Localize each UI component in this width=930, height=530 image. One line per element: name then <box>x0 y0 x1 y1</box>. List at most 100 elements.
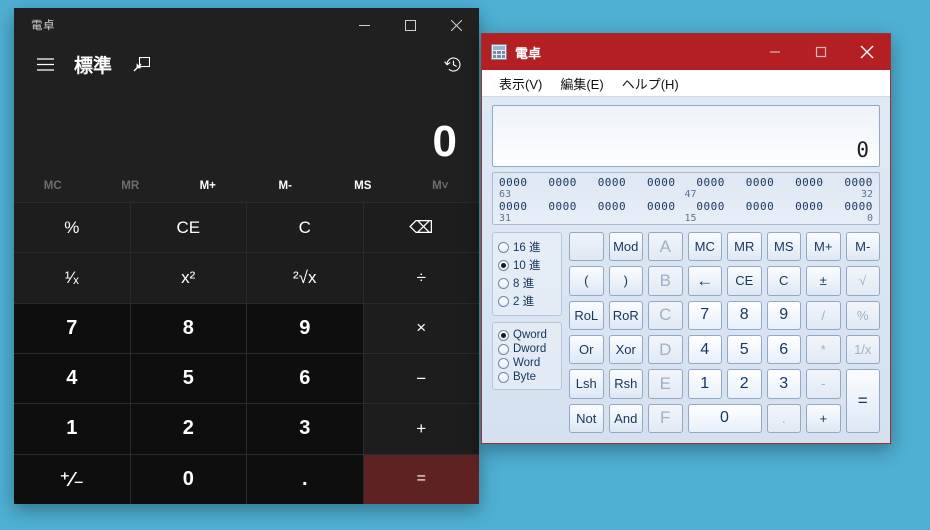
key-paren-open[interactable]: ( <box>569 266 604 296</box>
key-clear[interactable]: C <box>247 203 363 253</box>
close-icon[interactable] <box>844 34 890 70</box>
key-plus[interactable]: + <box>363 404 479 454</box>
bit-group[interactable]: 0000 <box>795 200 824 213</box>
key-9[interactable]: 9 <box>766 300 801 330</box>
menu-view[interactable]: 表示(V) <box>490 74 551 93</box>
key-7[interactable]: 7 <box>687 300 722 330</box>
maximize-icon[interactable] <box>387 8 433 42</box>
key-6[interactable]: 6 <box>247 353 363 404</box>
radio-bin[interactable]: 2 進 <box>498 293 557 309</box>
bit-group[interactable]: 0000 <box>647 200 676 213</box>
minimize-icon[interactable] <box>341 8 387 42</box>
menu-help[interactable]: ヘルプ(H) <box>613 74 688 93</box>
radio-oct[interactable]: 8 進 <box>498 275 557 291</box>
key-sign[interactable]: ± <box>806 266 841 296</box>
key-hex-d[interactable]: D <box>648 335 683 365</box>
key-ror[interactable]: RoR <box>608 300 643 330</box>
key-0[interactable]: 0 <box>130 454 246 504</box>
hamburger-icon[interactable] <box>30 49 60 79</box>
key-sqrt[interactable]: √ <box>845 266 880 296</box>
key-xor[interactable]: Xor <box>608 335 643 365</box>
bit-group[interactable]: 0000 <box>844 176 873 189</box>
radio-dword[interactable]: Dword <box>498 343 557 355</box>
key-square[interactable]: x² <box>130 253 246 303</box>
key-decimal[interactable]: . <box>247 454 363 504</box>
key-mod[interactable]: Mod <box>608 232 643 262</box>
bit-group[interactable]: 0000 <box>696 176 725 189</box>
key-1[interactable]: 1 <box>14 404 130 454</box>
key-9[interactable]: 9 <box>247 303 363 353</box>
radio-word[interactable]: Word <box>498 357 557 369</box>
bit-group[interactable]: 0000 <box>746 176 775 189</box>
bit-group[interactable]: 0000 <box>598 200 627 213</box>
bit-group[interactable]: 0000 <box>647 176 676 189</box>
key-and[interactable]: And <box>608 403 643 433</box>
key-divide[interactable]: / <box>806 300 841 330</box>
radio-byte[interactable]: Byte <box>498 371 557 383</box>
key-multiply[interactable]: × <box>363 303 479 353</box>
memory-button-m-dropdown[interactable]: M˅ <box>402 170 480 202</box>
radio-dec[interactable]: 10 進 <box>498 257 557 273</box>
bit-group[interactable]: 0000 <box>548 176 577 189</box>
key-2[interactable]: 2 <box>130 404 246 454</box>
key-m-plus[interactable]: M+ <box>806 232 841 262</box>
key-plus[interactable]: + <box>806 403 841 433</box>
key-reciprocal[interactable]: 1/x <box>845 335 880 365</box>
memory-button-mc[interactable]: MC <box>14 170 92 202</box>
bit-group[interactable]: 0000 <box>696 200 725 213</box>
bit-display[interactable]: 0000 0000 0000 0000 0000 0000 0000 0000 … <box>492 172 880 225</box>
key-paren-close[interactable]: ) <box>608 266 643 296</box>
key-sqrt[interactable]: ²√x <box>247 253 363 303</box>
key-6[interactable]: 6 <box>766 335 801 365</box>
bit-group[interactable]: 0000 <box>598 176 627 189</box>
menu-edit[interactable]: 編集(E) <box>551 74 612 93</box>
memory-button-ms[interactable]: MS <box>324 170 402 202</box>
key-4[interactable]: 4 <box>687 335 722 365</box>
bit-group[interactable]: 0000 <box>844 200 873 213</box>
key-5[interactable]: 5 <box>727 335 762 365</box>
bit-group[interactable]: 0000 <box>548 200 577 213</box>
memory-button-m-minus[interactable]: M- <box>247 170 325 202</box>
backspace-icon[interactable]: ← <box>687 266 722 296</box>
key-minus[interactable]: − <box>363 353 479 404</box>
key-percent[interactable]: % <box>14 203 130 253</box>
key-mr[interactable]: MR <box>727 232 762 262</box>
key-5[interactable]: 5 <box>130 353 246 404</box>
key-equals[interactable]: = <box>363 454 479 504</box>
key-mc[interactable]: MC <box>687 232 722 262</box>
key-or[interactable]: Or <box>569 335 604 365</box>
key-ce[interactable]: CE <box>727 266 762 296</box>
history-icon[interactable] <box>437 48 469 80</box>
bit-group[interactable]: 0000 <box>746 200 775 213</box>
key-1[interactable]: 1 <box>687 369 722 399</box>
key-0[interactable]: 0 <box>687 403 762 433</box>
key-hex-e[interactable]: E <box>648 369 683 399</box>
key-reciprocal[interactable]: ¹⁄ₓ <box>14 253 130 303</box>
maximize-icon[interactable] <box>798 34 844 70</box>
key-m-minus[interactable]: M- <box>845 232 880 262</box>
key-hex-c[interactable]: C <box>648 300 683 330</box>
key-ms[interactable]: MS <box>766 232 801 262</box>
key-percent[interactable]: % <box>845 300 880 330</box>
key-minus[interactable]: - <box>806 369 841 399</box>
key-sign[interactable]: ⁺⁄₋ <box>14 454 130 504</box>
key-3[interactable]: 3 <box>766 369 801 399</box>
key-rsh[interactable]: Rsh <box>608 369 643 399</box>
key-7[interactable]: 7 <box>14 303 130 353</box>
key-4[interactable]: 4 <box>14 353 130 404</box>
key-rol[interactable]: RoL <box>569 300 604 330</box>
key-2[interactable]: 2 <box>727 369 762 399</box>
key-lsh[interactable]: Lsh <box>569 369 604 399</box>
minimize-icon[interactable] <box>752 34 798 70</box>
key-equals[interactable]: = <box>845 369 880 433</box>
key-ce[interactable]: CE <box>130 203 246 253</box>
key-clear[interactable]: C <box>766 266 801 296</box>
key-hex-f[interactable]: F <box>648 403 683 433</box>
key-hex-a[interactable]: A <box>648 232 683 262</box>
bit-group[interactable]: 0000 <box>795 176 824 189</box>
bit-group[interactable]: 0000 <box>499 176 528 189</box>
radio-hex[interactable]: 16 進 <box>498 239 557 255</box>
memory-button-mr[interactable]: MR <box>92 170 170 202</box>
key-8[interactable]: 8 <box>130 303 246 353</box>
memory-button-m-plus[interactable]: M+ <box>169 170 247 202</box>
